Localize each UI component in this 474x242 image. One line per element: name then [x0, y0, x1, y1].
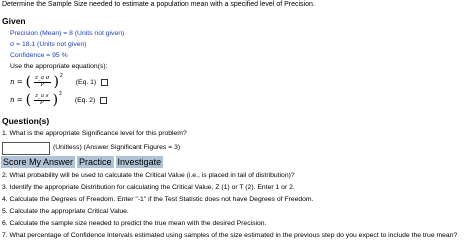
eq1-lhs: n =: [10, 78, 23, 86]
equation-prompt: Use the appropriate equation(s):: [10, 63, 108, 70]
score-my-answer-button[interactable]: Score My Answer: [1, 156, 76, 168]
investigate-button[interactable]: Investigate: [115, 156, 164, 168]
eq2-exponent: 2: [59, 91, 62, 97]
problem-intro: Determine the Sample Size needed to esti…: [2, 1, 315, 8]
eq1-fraction: z_a σ P: [34, 75, 51, 88]
question-4: 4. Calculate the Degrees of Freedom. Ent…: [2, 196, 314, 203]
eq1-label: (Eq. 1): [75, 78, 97, 86]
answer-note: (Unitless) (Answer Significant Figures =…: [53, 144, 181, 151]
answer-button-row: Score My Answer Practice Investigate: [1, 156, 164, 168]
sigma-value: σ = 18.1 (Units not given): [10, 41, 87, 48]
eq1-marker-icon: [101, 78, 109, 86]
question-2: 2. What probability will be used to calc…: [2, 172, 295, 179]
eq2-denominator: P: [39, 99, 44, 106]
questions-heading: Question(s): [2, 116, 50, 126]
precision-value: Precision (Mean) = 8 (Units not given): [10, 30, 125, 37]
given-heading: Given: [2, 16, 26, 26]
eq1-denominator: P: [40, 81, 45, 88]
question-3: 3. Identify the appropriate Distribution…: [2, 184, 295, 191]
equation-2: n = ( z_a s P ) 2 (Eq. 2): [10, 91, 108, 107]
eq2-fraction: z_a s P: [34, 93, 50, 106]
answer-input[interactable]: [2, 142, 50, 155]
eq2-marker-icon: [100, 96, 108, 104]
eq2-lhs: n =: [10, 96, 23, 104]
question-6: 6. Calculate the sample size needed to p…: [2, 220, 267, 227]
question-5: 5. Calculate the appropriate Critical Va…: [2, 208, 129, 215]
confidence-value: Confidence = 95 %: [10, 52, 68, 59]
eq2-label: (Eq. 2): [74, 96, 96, 104]
question-1: 1. What is the appropriate Significance …: [2, 130, 187, 137]
question-7: 7. What percentage of Confidence Interva…: [2, 232, 458, 239]
equation-1: n = ( z_a σ P ) 2 (Eq. 1): [10, 73, 109, 89]
practice-button[interactable]: Practice: [77, 156, 114, 168]
eq1-exponent: 2: [59, 73, 63, 79]
